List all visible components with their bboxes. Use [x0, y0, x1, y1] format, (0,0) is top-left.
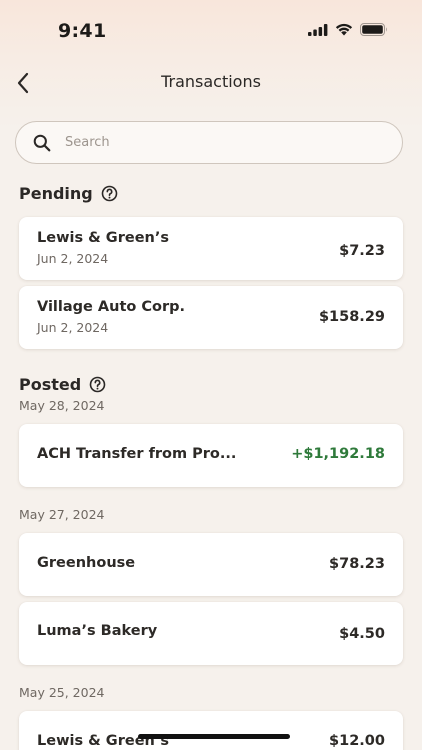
posted-heading-label: Posted — [19, 375, 82, 394]
transaction-amount: $4.50 — [339, 626, 385, 642]
status-icons — [308, 23, 388, 36]
pending-transaction-card[interactable]: Lewis & Green’s Jun 2, 2024 $7.23 — [19, 217, 403, 280]
status-bar: 9:41 — [0, 0, 422, 56]
posted-transaction-card[interactable]: ACH Transfer from Pro... +$1,192.18 — [19, 424, 403, 487]
posted-help-icon[interactable] — [89, 376, 106, 393]
posted-transaction-card[interactable]: Luma’s Bakery $4.50 — [19, 602, 403, 665]
search-icon — [33, 134, 51, 152]
transaction-name: Luma’s Bakery — [37, 623, 158, 639]
transaction-name: Greenhouse — [37, 555, 136, 571]
home-indicator[interactable] — [138, 734, 290, 739]
transaction-amount: $158.29 — [318, 309, 385, 325]
posted-transaction-card[interactable]: Lewis & Green’s $12.00 — [19, 711, 403, 750]
date-group-label: May 25, 2024 — [19, 685, 105, 700]
transaction-name: Village Auto Corp. — [37, 299, 186, 315]
date-group-label: May 27, 2024 — [19, 507, 105, 522]
pending-heading-label: Pending — [19, 184, 93, 203]
search-box[interactable] — [15, 121, 403, 164]
transaction-amount-credit: +$1,192.18 — [291, 446, 385, 462]
transaction-amount: $78.23 — [329, 556, 385, 572]
posted-transaction-card[interactable]: Greenhouse $78.23 — [19, 533, 403, 596]
transaction-amount: $12.00 — [329, 733, 385, 749]
posted-heading: Posted — [19, 375, 106, 394]
transaction-name: Lewis & Green’s — [37, 230, 169, 246]
transaction-date: Jun 2, 2024 — [37, 320, 109, 335]
page-title: Transactions — [161, 72, 261, 91]
transaction-date: Jun 2, 2024 — [37, 251, 109, 266]
pending-help-icon[interactable] — [101, 185, 118, 202]
cellular-signal-icon — [308, 23, 328, 36]
pending-heading: Pending — [19, 184, 118, 203]
transaction-name: ACH Transfer from Pro... — [37, 446, 237, 462]
pending-transaction-card[interactable]: Village Auto Corp. Jun 2, 2024 $158.29 — [19, 286, 403, 349]
battery-icon — [360, 23, 387, 36]
wifi-icon — [335, 23, 353, 36]
search-input[interactable] — [65, 135, 365, 150]
transaction-amount: $7.23 — [339, 243, 385, 259]
date-group-label: May 28, 2024 — [19, 398, 105, 413]
status-time: 9:41 — [58, 20, 107, 42]
